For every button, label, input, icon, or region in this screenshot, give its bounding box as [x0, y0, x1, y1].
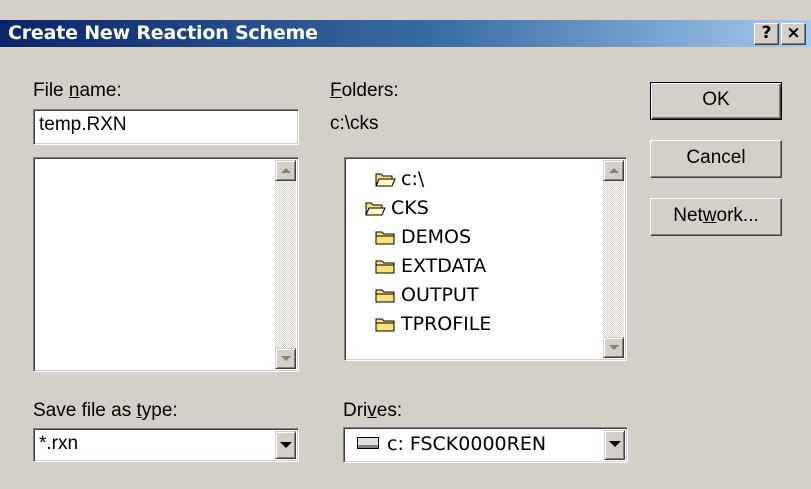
file-list[interactable] [33, 157, 299, 372]
file-name-input[interactable]: temp.RXN [33, 109, 299, 145]
folder-tree-item-label: EXTDATA [401, 255, 487, 277]
save-type-dropdown-button[interactable] [275, 431, 296, 459]
folder-tree-scroll-up-button[interactable] [603, 160, 624, 181]
folder-tree-item-label: OUTPUT [401, 284, 479, 306]
folder-icon [375, 289, 395, 303]
folder-icon [375, 318, 395, 332]
file-name-label: File name: [33, 80, 122, 101]
drive-icon [357, 437, 379, 449]
drives-select[interactable]: c: FSCK0000REN [343, 427, 628, 463]
arrow-down-icon [609, 345, 619, 350]
folder-tree-scrollbar[interactable] [603, 160, 624, 358]
create-new-reaction-scheme-dialog: Create New Reaction Scheme ? × File name… [0, 0, 811, 489]
folder-icon [375, 260, 395, 274]
file-list-scroll-up-button[interactable] [275, 160, 296, 181]
arrow-down-icon [281, 356, 291, 361]
arrow-up-icon [609, 168, 619, 173]
ok-button[interactable]: OK [650, 82, 782, 120]
save-type-select[interactable]: *.rxn [33, 428, 299, 462]
folder-tree-scroll-down-button[interactable] [603, 337, 624, 358]
open-folder-icon [365, 202, 386, 216]
chevron-down-icon [280, 442, 292, 448]
help-icon: ? [761, 23, 772, 43]
window-title: Create New Reaction Scheme [8, 22, 318, 44]
network-button[interactable]: Network... [650, 198, 782, 236]
close-icon: × [786, 23, 801, 43]
drives-dropdown-button[interactable] [604, 430, 625, 460]
file-list-scroll-down-button[interactable] [275, 348, 296, 369]
save-type-label: Save file as type: [33, 400, 178, 421]
close-button[interactable]: × [781, 23, 806, 45]
folder-tree-item-label: CKS [391, 197, 429, 219]
file-list-scrollbar[interactable] [275, 160, 296, 369]
folder-tree-item-label: c:\ [401, 168, 425, 190]
open-folder-icon [375, 173, 396, 187]
folder-tree-item-label: TPROFILE [401, 313, 492, 335]
folder-tree[interactable]: c:\ CKS DEMOS EXTDATA OUTPUT TPROFILE [344, 157, 627, 361]
file-name-value: temp.RXN [39, 114, 127, 135]
title-bar[interactable]: Create New Reaction Scheme ? × [0, 20, 811, 47]
save-type-value: *.rxn [39, 433, 79, 454]
folder-icon [375, 231, 395, 245]
current-folder-path: c:\cks [330, 113, 379, 134]
arrow-up-icon [281, 168, 291, 173]
drives-label: Drives: [343, 400, 403, 421]
help-button[interactable]: ? [754, 23, 779, 45]
folders-label: Folders: [330, 80, 399, 101]
drives-value: c: FSCK0000REN [387, 433, 547, 455]
cancel-button[interactable]: Cancel [650, 140, 782, 178]
folder-tree-item-label: DEMOS [401, 226, 472, 248]
chevron-down-icon [609, 441, 621, 447]
